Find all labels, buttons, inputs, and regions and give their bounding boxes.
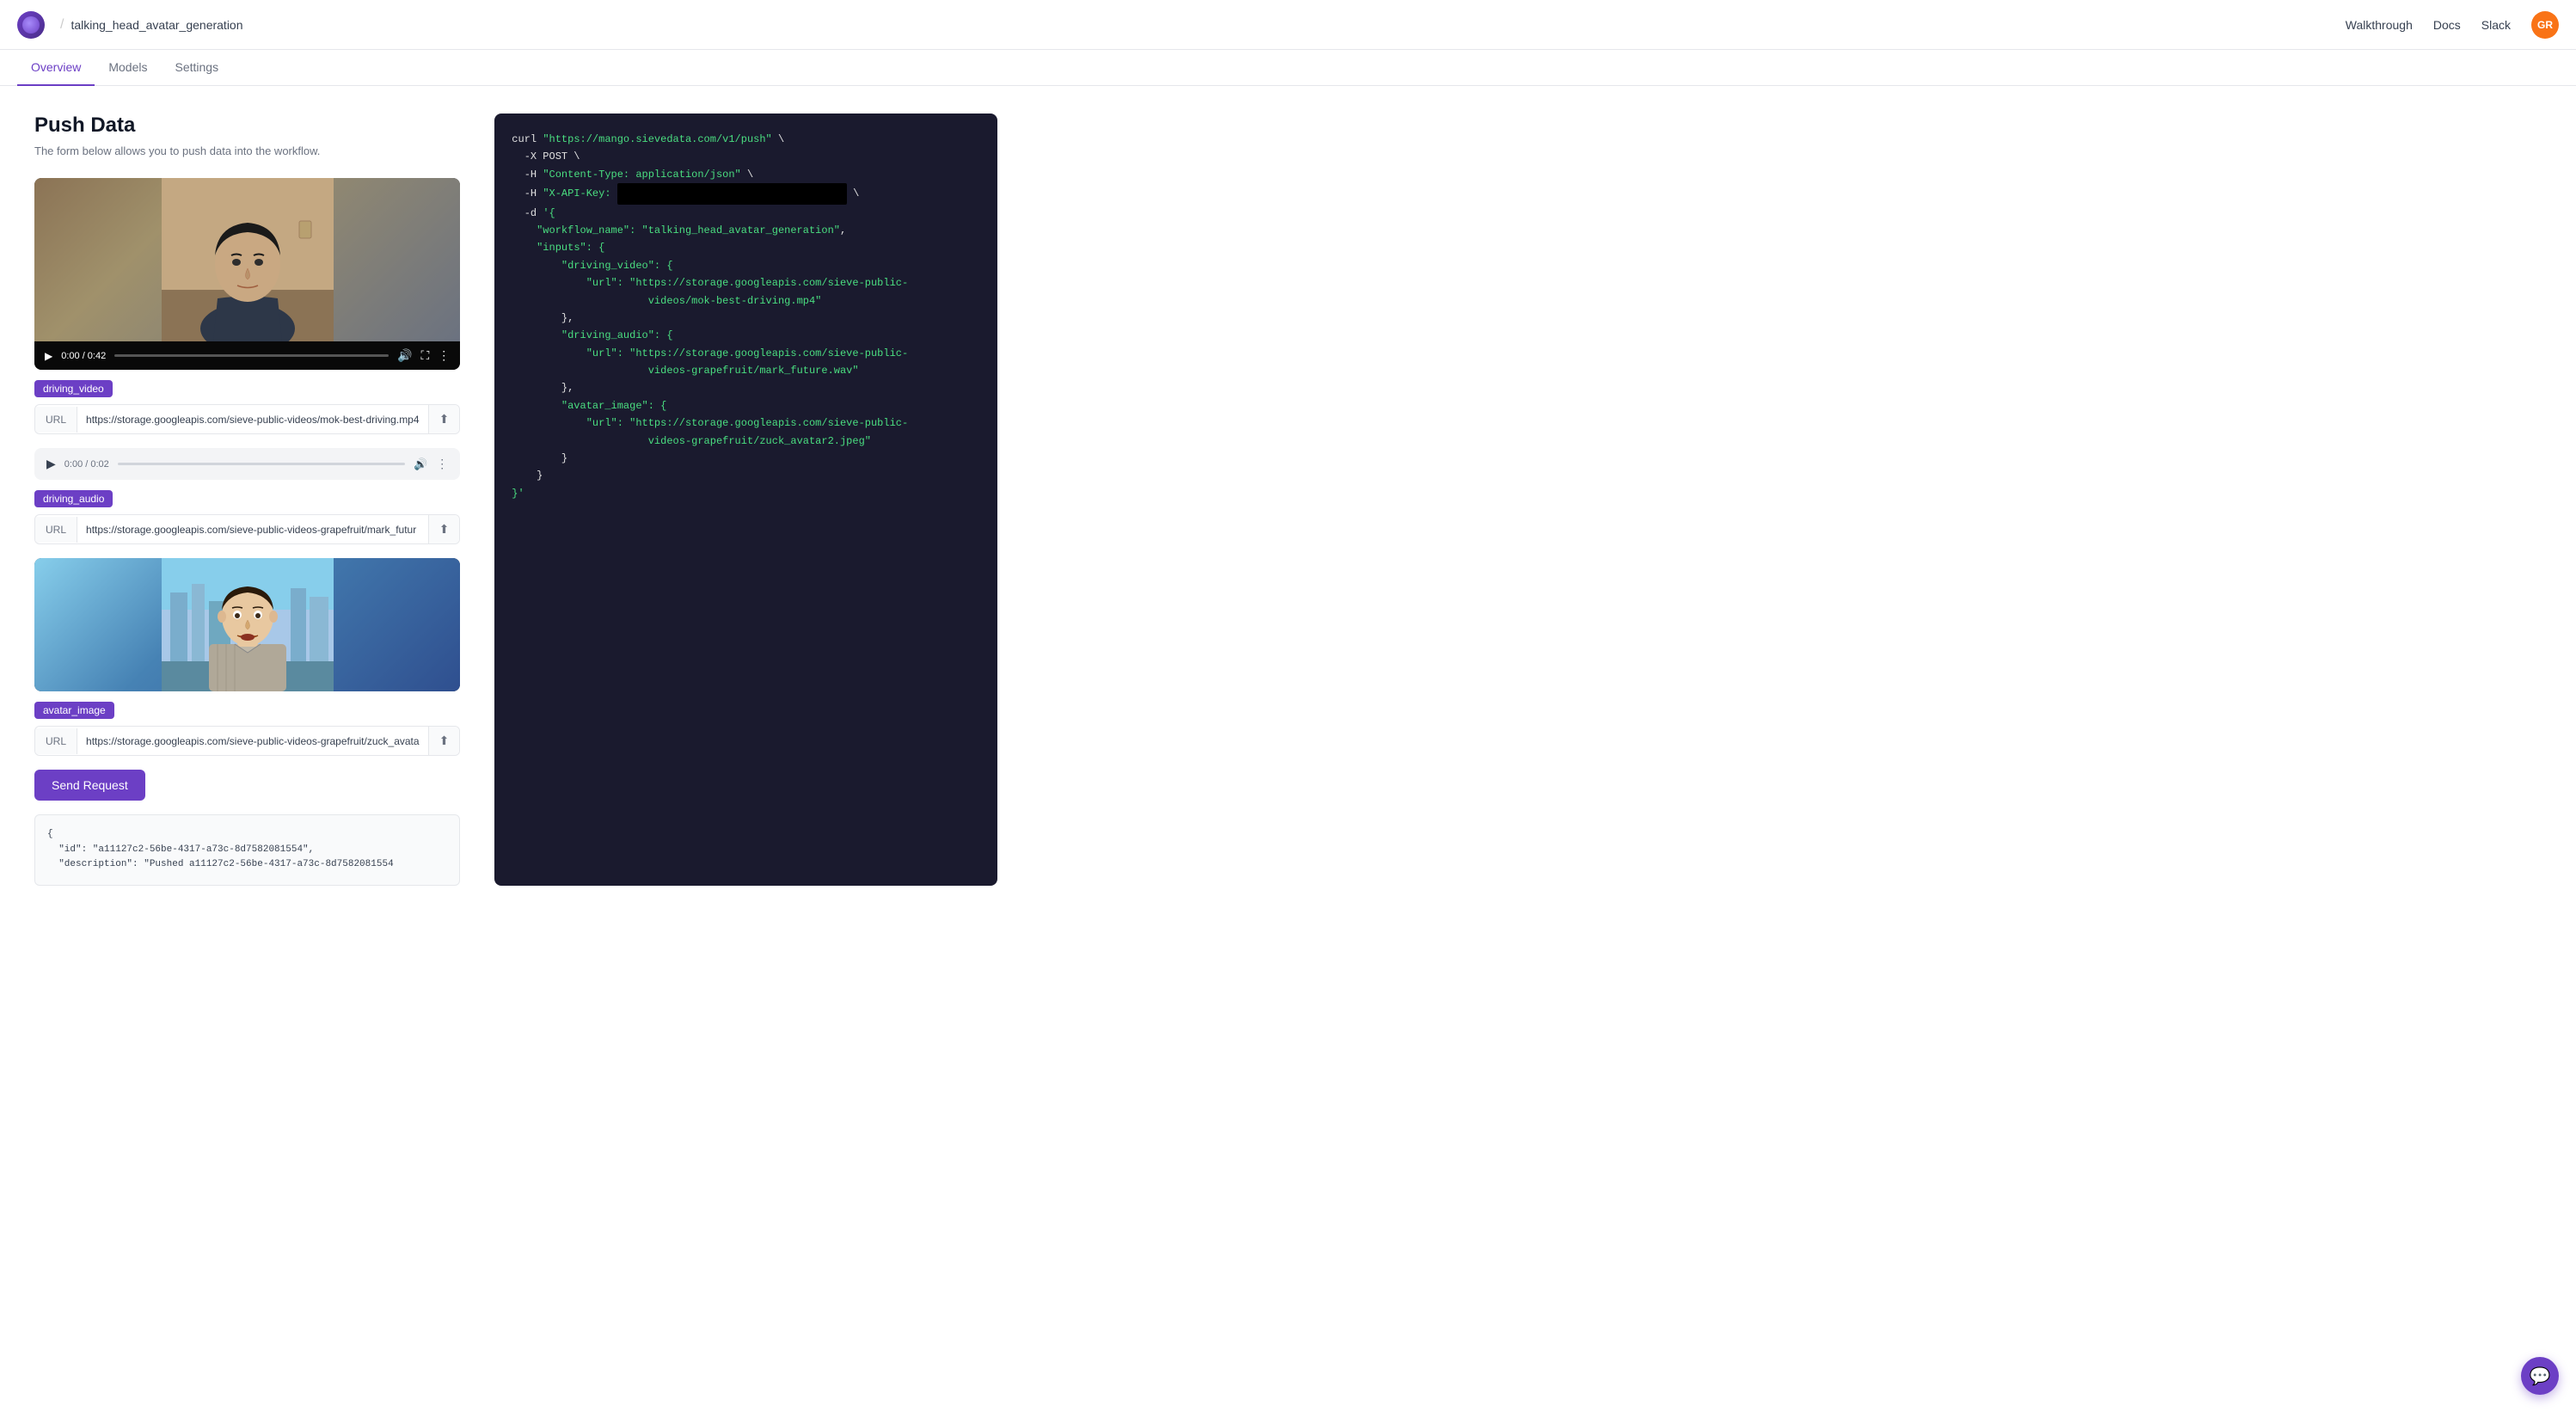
- audio-volume-button[interactable]: 🔊: [414, 457, 427, 471]
- left-panel: Push Data The form below allows you to p…: [34, 114, 460, 886]
- breadcrumb-divider: /: [60, 17, 64, 33]
- code-line-6: "workflow_name": "talking_head_avatar_ge…: [512, 222, 980, 239]
- video-frame: [34, 178, 460, 341]
- code-line-5: -d '{: [512, 205, 980, 222]
- code-line-1: curl "https://mango.sievedata.com/v1/pus…: [512, 131, 980, 148]
- page-title: Push Data: [34, 114, 460, 138]
- header-nav: Walkthrough Docs Slack GR: [2346, 11, 2559, 39]
- logo[interactable]: [17, 11, 45, 39]
- url-label-driving-audio: URL: [35, 517, 77, 543]
- code-line-9b: videos/mok-best-driving.mp4": [512, 292, 980, 310]
- driving-audio-url-row: URL https://storage.googleapis.com/sieve…: [34, 514, 460, 544]
- code-line-3: -H "Content-Type: application/json" \: [512, 166, 980, 183]
- chat-icon: 💬: [2530, 1366, 2551, 1387]
- walkthrough-link[interactable]: Walkthrough: [2346, 18, 2413, 32]
- copy-driving-video-url[interactable]: ⬆: [428, 405, 460, 433]
- tab-navigation: Overview Models Settings: [0, 50, 2576, 86]
- code-line-14: "avatar_image": {: [512, 397, 980, 414]
- audio-play-button[interactable]: ▶: [46, 457, 56, 471]
- avatar-image-preview: [34, 558, 460, 691]
- code-line-8: "driving_video": {: [512, 257, 980, 274]
- tab-settings[interactable]: Settings: [162, 50, 233, 86]
- audio-player: ▶ 0:00 / 0:02 🔊 ⋮: [34, 448, 460, 480]
- slack-link[interactable]: Slack: [2481, 18, 2511, 32]
- docs-link[interactable]: Docs: [2433, 18, 2461, 32]
- audio-time: 0:00 / 0:02: [64, 459, 109, 470]
- code-line-13: },: [512, 379, 980, 396]
- response-preview: { "id": "a11127c2-56be-4317-a73c-8d75820…: [34, 814, 460, 886]
- avatar-image-content: [162, 558, 334, 691]
- code-line-11: "driving_audio": {: [512, 327, 980, 344]
- page-subtitle: The form below allows you to push data i…: [34, 144, 460, 157]
- avatar-image-url-row: URL https://storage.googleapis.com/sieve…: [34, 726, 460, 756]
- url-label-driving-video: URL: [35, 407, 77, 433]
- url-value-driving-audio[interactable]: https://storage.googleapis.com/sieve-pub…: [77, 517, 428, 543]
- send-request-button[interactable]: Send Request: [34, 770, 145, 801]
- video-content: [162, 178, 334, 341]
- more-button[interactable]: ⋮: [438, 348, 450, 363]
- app-header: / talking_head_avatar_generation Walkthr…: [0, 0, 2576, 50]
- code-line-17: }: [512, 467, 980, 484]
- logo-inner: [22, 16, 40, 34]
- code-line-4: -H "X-API-Key: \: [512, 183, 980, 204]
- driving-audio-section: driving_audio URL https://storage.google…: [34, 490, 460, 691]
- volume-button[interactable]: 🔊: [397, 348, 412, 363]
- code-line-16: }: [512, 450, 980, 467]
- chat-bubble[interactable]: 💬: [2521, 1357, 2559, 1395]
- code-line-2: -X POST \: [512, 148, 980, 165]
- copy-driving-audio-url[interactable]: ⬆: [428, 515, 460, 543]
- audio-more-button[interactable]: ⋮: [436, 457, 448, 471]
- code-line-15b: videos-grapefruit/zuck_avatar2.jpeg": [512, 433, 980, 450]
- play-button[interactable]: ▶: [45, 350, 52, 362]
- url-label-avatar: URL: [35, 728, 77, 754]
- response-text: { "id": "a11127c2-56be-4317-a73c-8d75820…: [47, 829, 394, 869]
- video-preview: ▶ 0:00 / 0:42 🔊 ⛶ ⋮: [34, 178, 460, 370]
- driving-video-section: ▶ 0:00 / 0:42 🔊 ⛶ ⋮ driving_video URL ht…: [34, 178, 460, 480]
- avatar-image-badge: avatar_image: [34, 702, 114, 719]
- driving-video-url-row: URL https://storage.googleapis.com/sieve…: [34, 404, 460, 434]
- copy-avatar-url[interactable]: ⬆: [428, 727, 460, 755]
- video-progress-bar[interactable]: [114, 354, 389, 357]
- driving-audio-badge: driving_audio: [34, 490, 113, 507]
- user-avatar[interactable]: GR: [2531, 11, 2559, 39]
- driving-video-badge: driving_video: [34, 380, 113, 397]
- code-line-15: "url": "https://storage.googleapis.com/s…: [512, 414, 980, 432]
- avatar-image-section: avatar_image URL https://storage.googlea…: [34, 702, 460, 756]
- video-time: 0:00 / 0:42: [61, 351, 106, 361]
- code-line-12b: videos-grapefruit/mark_future.wav": [512, 362, 980, 379]
- tab-overview[interactable]: Overview: [17, 50, 95, 86]
- code-line-12: "url": "https://storage.googleapis.com/s…: [512, 345, 980, 362]
- code-panel: curl "https://mango.sievedata.com/v1/pus…: [494, 114, 997, 886]
- tab-models[interactable]: Models: [95, 50, 161, 86]
- main-content: Push Data The form below allows you to p…: [0, 86, 1032, 913]
- code-line-10: },: [512, 310, 980, 327]
- audio-progress-bar[interactable]: [118, 463, 405, 465]
- url-value-avatar[interactable]: https://storage.googleapis.com/sieve-pub…: [77, 728, 428, 754]
- code-line-18: }': [512, 485, 980, 502]
- code-line-9: "url": "https://storage.googleapis.com/s…: [512, 274, 980, 292]
- api-key-redacted: [617, 183, 847, 204]
- video-controls: ▶ 0:00 / 0:42 🔊 ⛶ ⋮: [34, 341, 460, 370]
- project-name: talking_head_avatar_generation: [71, 18, 242, 32]
- fullscreen-button[interactable]: ⛶: [420, 348, 429, 363]
- code-line-7: "inputs": {: [512, 239, 980, 256]
- url-value-driving-video[interactable]: https://storage.googleapis.com/sieve-pub…: [77, 407, 428, 433]
- avatar-image-frame: [34, 558, 460, 691]
